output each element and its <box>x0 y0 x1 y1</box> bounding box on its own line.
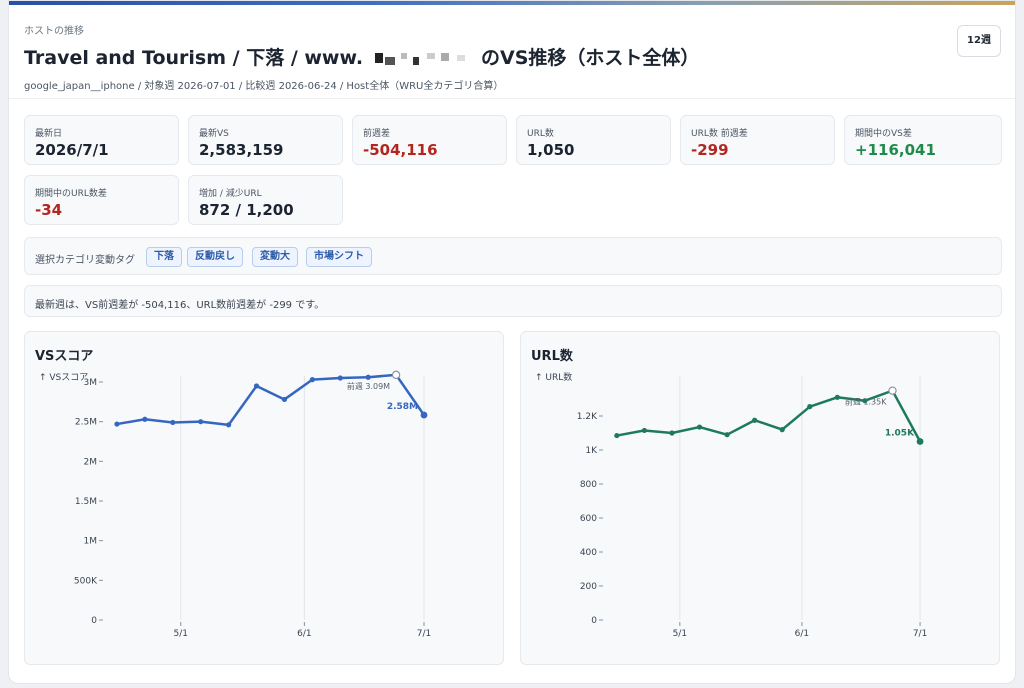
y-tick-label: 400 <box>580 548 597 558</box>
y-tick-label: 600 <box>580 514 597 524</box>
data-point <box>779 427 785 433</box>
prev-week-point <box>391 370 401 380</box>
summary-note-text: 最新週は、VS前週差が -504,116、URL数前週差が -299 です。 <box>35 300 325 311</box>
y-tick-label: 500K <box>74 576 98 586</box>
metric-value: -299 <box>691 141 729 159</box>
page-subtitle: google_japan__iphone / 対象週 2026-07-01 / … <box>24 81 504 92</box>
title-suffix: のVS推移（ホスト全体） <box>481 47 700 69</box>
metric-card-up-down-url: 増加 / 減少URL 872 / 1,200 <box>188 175 343 225</box>
tag-decline[interactable]: 下落 <box>146 247 182 267</box>
x-tick-label: 6/1 <box>795 629 809 639</box>
y-tick-label: 0 <box>91 616 97 626</box>
prev-week-annotation: 前週 3.09M <box>347 381 390 391</box>
y-tick-label: 200 <box>580 582 597 592</box>
tag-high-volatility[interactable]: 変動大 <box>252 247 298 267</box>
weeks-range-button[interactable]: 12週 <box>957 25 1001 57</box>
data-point <box>669 430 675 436</box>
tag-rebound[interactable]: 反動戻し <box>187 247 243 267</box>
x-tick-label: 6/1 <box>297 629 311 639</box>
metric-label: 前週差 <box>363 129 391 139</box>
data-point <box>834 394 840 400</box>
y-axis-label: ↑ URL数 <box>535 371 572 383</box>
metric-card-vs-wow: 前週差 -504,116 <box>352 115 507 165</box>
data-point <box>614 432 620 439</box>
data-point <box>696 424 703 430</box>
data-point <box>641 427 647 434</box>
y-tick-label: 1K <box>585 446 598 456</box>
metric-label: URL数 <box>527 129 554 139</box>
title-prefix: Travel and Tourism / 下落 / www. <box>24 47 364 69</box>
data-point <box>142 416 148 422</box>
metric-card-period-url: 期間中のURL数差 -34 <box>24 175 179 225</box>
y-tick-label: 3M <box>84 378 98 388</box>
redacted-host <box>367 49 478 67</box>
y-tick-label: 2M <box>84 457 98 467</box>
y-tick-label: 1.2K <box>577 412 598 422</box>
metric-value: 872 / 1,200 <box>199 201 294 219</box>
latest-value-label: 2.58M <box>387 402 418 412</box>
metric-label: 最新VS <box>199 129 229 139</box>
data-point <box>114 421 120 427</box>
category-tag-row: 選択カテゴリ変動タグ 下落 反動戻し 変動大 市場シフト <box>24 237 1002 275</box>
prev-week-annotation: 前週 1.35K <box>845 397 887 407</box>
metric-value: 2,583,159 <box>199 141 284 159</box>
data-point <box>752 417 758 423</box>
tag-row-label: 選択カテゴリ変動タグ <box>35 255 135 266</box>
section-eyebrow: ホストの推移 <box>24 26 84 37</box>
metric-label: 増加 / 減少URL <box>199 189 262 199</box>
metric-label: 期間中のVS差 <box>855 129 912 139</box>
metric-value: -504,116 <box>363 141 438 159</box>
vs-score-chart-panel: VSスコア ↑ VSスコア 0 500K 1M 1.5M 2M 2.5M 3M 5/1 6/1 7/… <box>24 331 504 665</box>
metric-card-latest-vs: 最新VS 2,583,159 <box>188 115 343 165</box>
y-tick-label: 0 <box>591 616 597 626</box>
metric-card-url-wow: URL数 前週差 -299 <box>680 115 835 165</box>
data-point <box>253 383 260 389</box>
page-title: Travel and Tourism / 下落 / www. のVS推移（ホスト全… <box>24 43 699 70</box>
metric-card-period-vs: 期間中のVS差 +116,041 <box>844 115 1002 165</box>
metric-card-latest-date: 最新日 2026/7/1 <box>24 115 179 165</box>
metric-value: 2026/7/1 <box>35 141 109 159</box>
vs-score-chart: ↑ VSスコア 0 500K 1M 1.5M 2M 2.5M 3M 5/1 6/1 7/1 前週 3.… <box>39 370 431 639</box>
data-point <box>420 411 428 419</box>
data-point <box>807 404 813 410</box>
y-tick-label: 1M <box>84 537 98 547</box>
summary-note: 最新週は、VS前週差が -504,116、URL数前週差が -299 です。 <box>24 285 1002 317</box>
data-point <box>170 419 176 426</box>
tag-market-shift[interactable]: 市場シフト <box>306 247 372 267</box>
data-point <box>337 375 343 381</box>
metric-value: +116,041 <box>855 141 936 159</box>
latest-value-label: 1.05K <box>885 429 915 439</box>
data-point <box>226 422 232 428</box>
x-tick-label: 5/1 <box>673 629 687 639</box>
data-point <box>281 396 288 403</box>
y-tick-label: 1.5M <box>75 497 97 507</box>
metric-label: 期間中のURL数差 <box>35 189 107 199</box>
metric-label: URL数 前週差 <box>691 129 748 139</box>
dashboard-frame: ホストの推移 Travel and Tourism / 下落 / www. のVS… <box>8 0 1016 684</box>
metric-label: 最新日 <box>35 129 63 139</box>
data-point <box>198 419 204 425</box>
data-point <box>365 374 371 380</box>
url-count-chart-panel: URL数 ↑ URL数 0 200 400 600 800 1K 1.2K 5/1 6/1 7/1 前… <box>520 331 1000 665</box>
metric-value: -34 <box>35 201 63 219</box>
x-tick-label: 7/1 <box>913 629 927 639</box>
data-point <box>916 438 924 445</box>
y-tick-label: 2.5M <box>75 418 97 428</box>
y-axis-label: ↑ VSスコア <box>39 373 88 383</box>
metric-value: 1,050 <box>527 141 575 159</box>
url-count-chart: ↑ URL数 0 200 400 600 800 1K 1.2K 5/1 6/1 7/1 前週 1.3… <box>535 371 927 639</box>
x-tick-label: 7/1 <box>417 629 431 639</box>
prev-week-point <box>888 386 897 395</box>
page-header: ホストの推移 Travel and Tourism / 下落 / www. のVS… <box>9 5 1015 99</box>
data-point <box>309 377 315 383</box>
x-tick-label: 5/1 <box>174 629 188 639</box>
y-tick-label: 800 <box>580 480 597 490</box>
metric-card-url-count: URL数 1,050 <box>516 115 671 165</box>
data-point <box>724 432 730 438</box>
